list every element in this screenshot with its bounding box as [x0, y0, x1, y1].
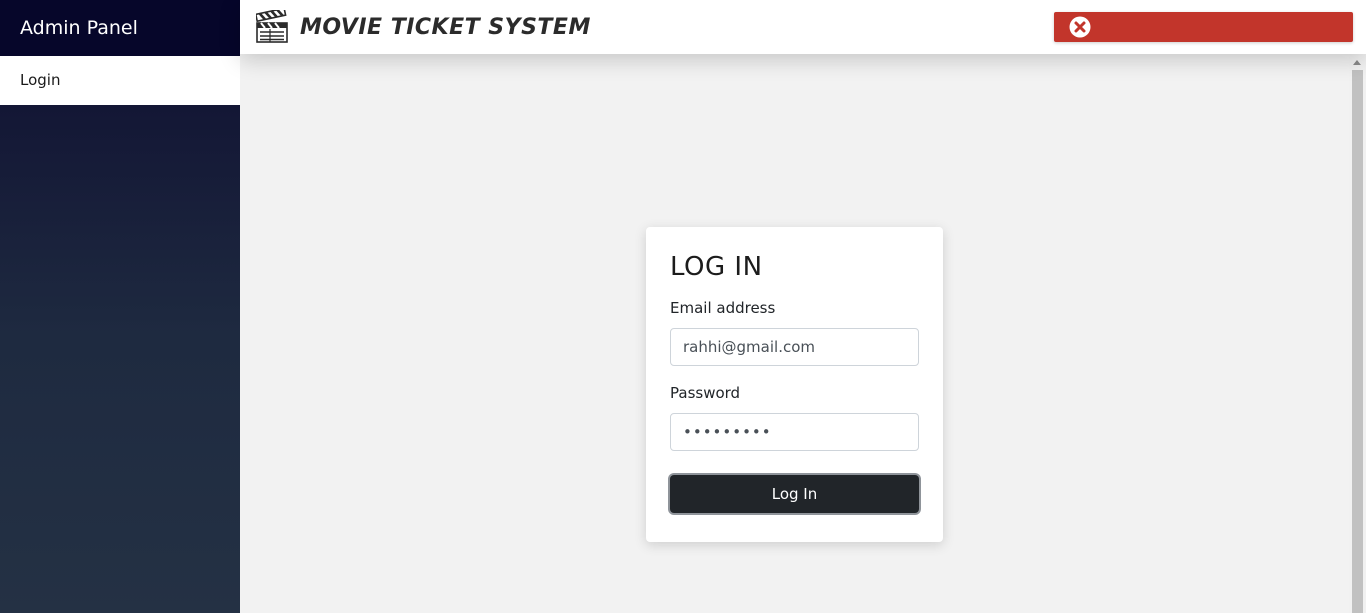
page-scrollbar[interactable]	[1349, 54, 1366, 613]
scrollbar-thumb[interactable]	[1352, 70, 1363, 613]
sidebar: Admin Panel Login	[0, 0, 240, 613]
close-circle-icon[interactable]	[1069, 16, 1091, 38]
login-title: LOG IN	[670, 252, 763, 282]
sidebar-item-login[interactable]: Login	[0, 56, 240, 105]
clapperboard-icon	[256, 10, 288, 43]
password-label: Password	[670, 384, 741, 402]
brand-title: Movie Ticket System	[300, 14, 591, 40]
sidebar-title: Admin Panel	[0, 0, 240, 56]
login-button[interactable]: Log In	[670, 475, 919, 513]
email-field[interactable]: rahhi@gmail.com	[670, 328, 919, 366]
email-label: Email address	[670, 299, 776, 317]
error-alert	[1054, 12, 1353, 42]
password-field[interactable]: •••••••••	[670, 413, 919, 451]
scroll-up-icon[interactable]	[1353, 60, 1361, 65]
login-card: LOG IN Email address rahhi@gmail.com Pas…	[646, 227, 943, 542]
brand[interactable]: Movie Ticket System	[256, 10, 591, 44]
